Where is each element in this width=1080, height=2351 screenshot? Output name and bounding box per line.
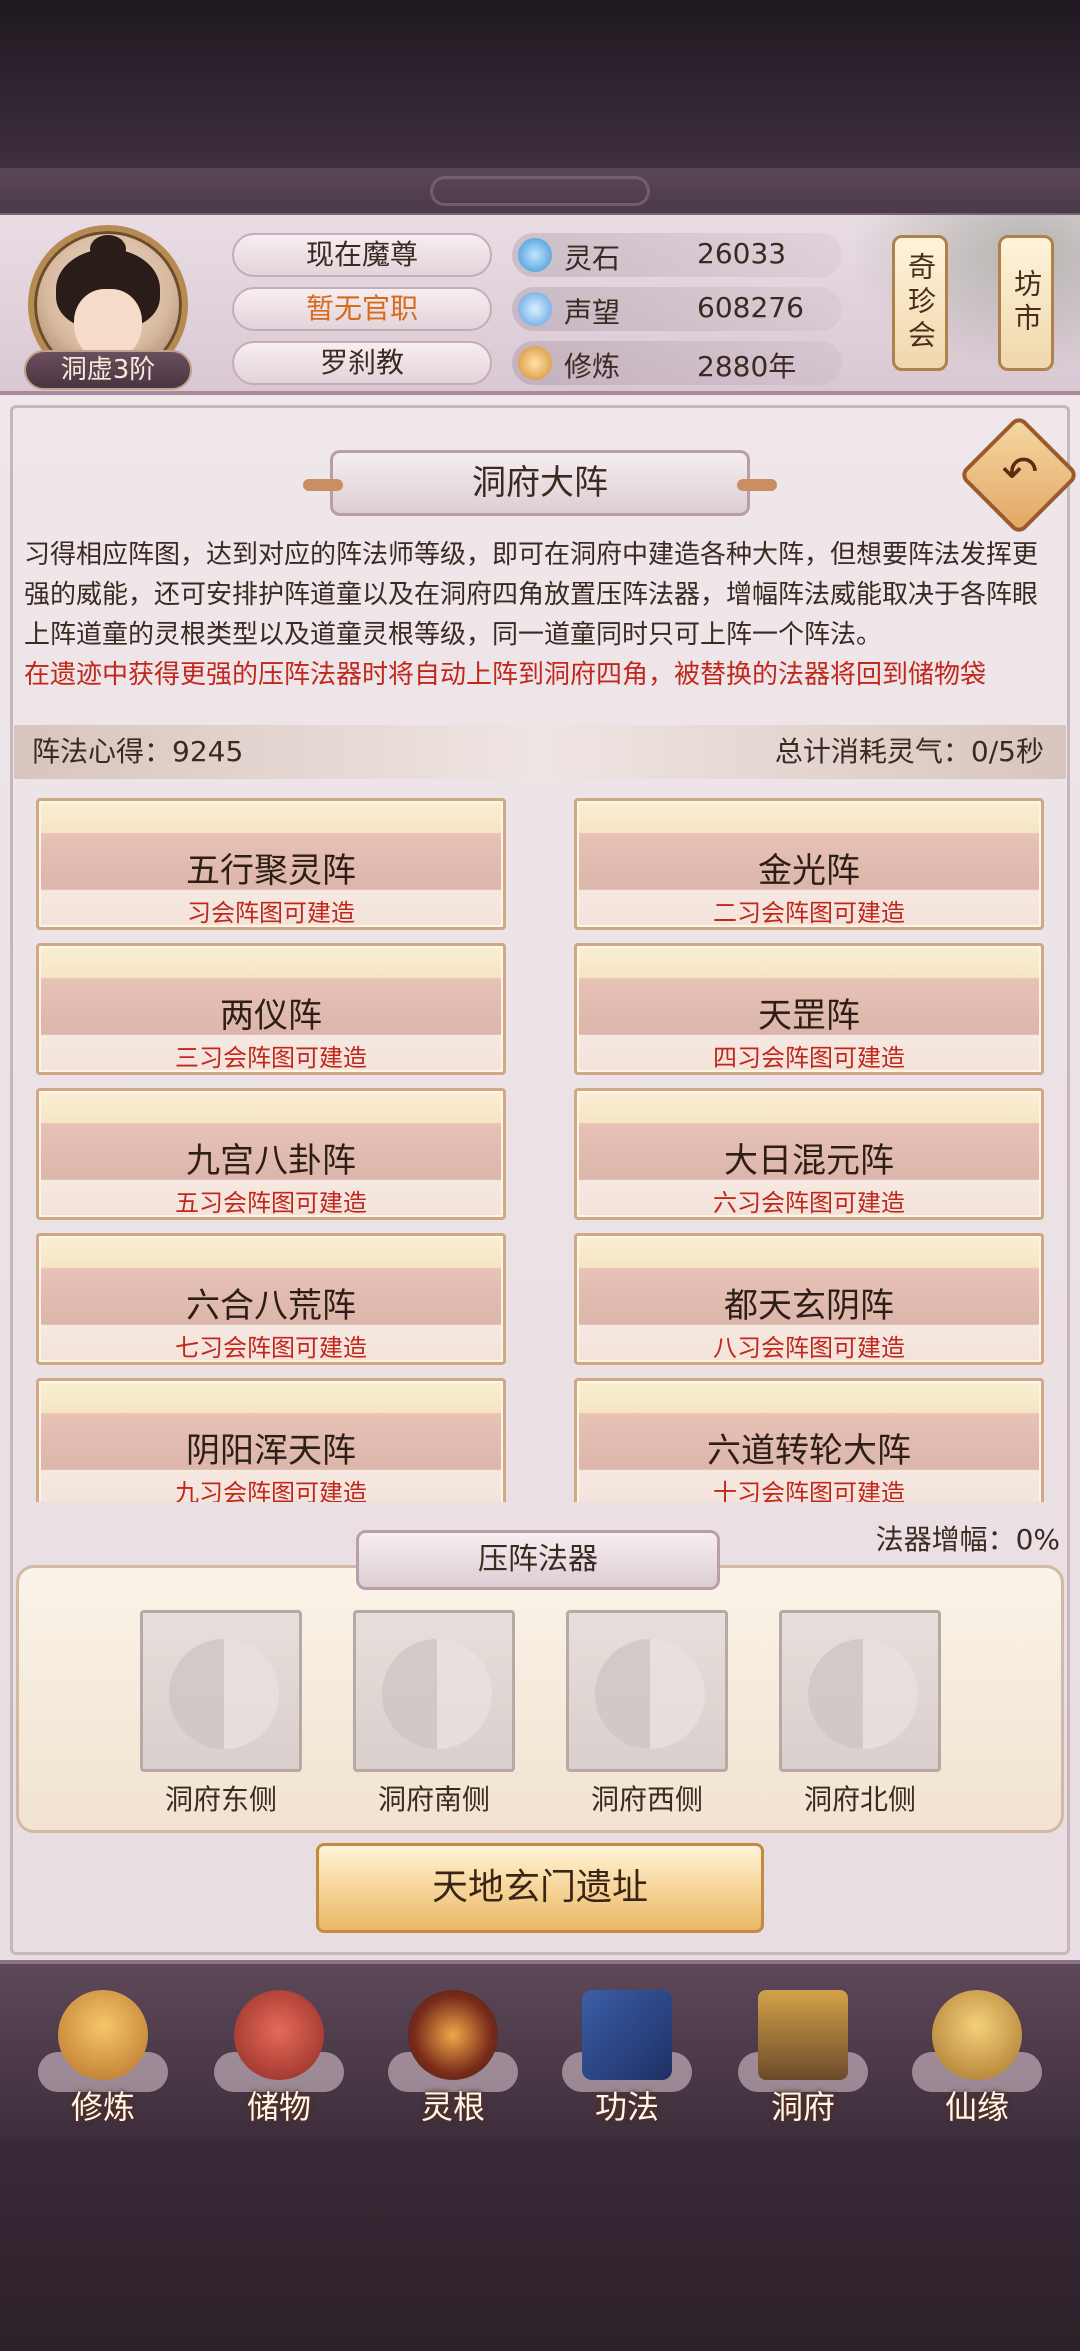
artifact-slot-label: 洞府西侧 (590, 1783, 703, 1816)
top-ornament (0, 168, 1080, 216)
formation-name: 九宫八卦阵 (186, 1141, 356, 1181)
formation-card[interactable]: 五行聚灵阵 习会阵图可建造 (36, 798, 506, 930)
formation-requirement: 九习会阵图可建造 (175, 1479, 367, 1502)
formation-card[interactable]: 金光阵 二习会阵图可建造 (574, 798, 1044, 930)
formation-name: 天罡阵 (758, 996, 860, 1036)
nav-label: 储物 (246, 2088, 311, 2126)
formation-name: 六道转轮大阵 (707, 1431, 911, 1471)
formation-card[interactable]: 六合八荒阵 七习会阵图可建造 (36, 1233, 506, 1365)
formation-requirement: 三习会阵图可建造 (175, 1044, 367, 1072)
resource-value: 2880年 (697, 350, 797, 383)
formation-name: 都天玄阴阵 (724, 1286, 894, 1326)
formation-card[interactable]: 九宫八卦阵 五习会阵图可建造 (36, 1088, 506, 1220)
storage-bag-icon (234, 1990, 324, 2080)
formation-requirement: 四习会阵图可建造 (713, 1044, 905, 1072)
nav-label: 灵根 (420, 2088, 485, 2126)
formation-card[interactable]: 阴阳浑天阵 九习会阵图可建造 (36, 1378, 506, 1502)
nav-fate[interactable]: 仙缘 (912, 1990, 1042, 2130)
nav-storage[interactable]: 储物 (214, 1990, 344, 2130)
artifact-slot-label: 洞府北侧 (803, 1783, 916, 1816)
spirit-stone-icon (518, 238, 552, 272)
nav-label: 仙缘 (944, 2088, 1009, 2126)
resource-cultivation: 修炼 2880年 (512, 341, 842, 385)
formation-name: 金光阵 (758, 851, 860, 891)
player-position[interactable]: 暂无官职 (232, 287, 492, 331)
swirl-ornament (430, 176, 650, 206)
nav-technique[interactable]: 功法 (562, 1990, 692, 2130)
formation-requirement: 六习会阵图可建造 (713, 1189, 905, 1217)
resource-label: 修炼 (564, 350, 621, 383)
yin-yang-icon (382, 1639, 492, 1749)
cave-abode-icon (758, 1990, 848, 2080)
artifact-slot-label: 洞府东侧 (164, 1783, 277, 1816)
formation-card[interactable]: 天罡阵 四习会阵图可建造 (574, 943, 1044, 1075)
spirit-root-icon (408, 1990, 498, 2080)
resource-spirit-stone: 灵石 26033 (512, 233, 842, 277)
formation-requirement: 八习会阵图可建造 (713, 1334, 905, 1362)
spirit-consumption: 总计消耗灵气：0/5秒 (774, 735, 1044, 768)
ruins-button[interactable]: 天地玄门遗址 (316, 1843, 764, 1933)
avatar-hair-bun (90, 235, 126, 263)
description-text: 习得相应阵图，达到对应的阵法师等级，即可在洞府中建造各种大阵，但想要阵法发挥更强… (24, 540, 1039, 650)
bottom-backdrop (0, 2138, 1080, 2351)
resource-label: 灵石 (564, 242, 621, 275)
yin-yang-icon (808, 1639, 918, 1749)
page-title: 洞府大阵 (303, 450, 777, 516)
back-arrow-icon: ↶ (1001, 447, 1039, 498)
formation-requirement: 二习会阵图可建造 (713, 899, 905, 927)
prestige-icon (518, 292, 552, 326)
resource-label: 声望 (564, 296, 621, 329)
formation-name: 五行聚灵阵 (186, 851, 356, 891)
yin-yang-icon (595, 1639, 705, 1749)
nav-label: 洞府 (770, 2088, 835, 2126)
formation-card[interactable]: 大日混元阵 六习会阵图可建造 (574, 1088, 1044, 1220)
technique-book-icon (582, 1990, 672, 2080)
nav-label: 修炼 (70, 2088, 135, 2126)
fate-gourd-icon (932, 1990, 1022, 2080)
artifact-slot-south[interactable] (353, 1610, 515, 1772)
formation-requirement: 习会阵图可建造 (187, 899, 355, 927)
formation-list[interactable]: 五行聚灵阵 习会阵图可建造 金光阵 二习会阵图可建造 两仪阵 三习会阵图可建造 … (0, 790, 1080, 1502)
treasure-fair-button[interactable]: 奇珍会 (892, 235, 948, 371)
nav-spirit-root[interactable]: 灵根 (388, 1990, 518, 2130)
formation-card[interactable]: 两仪阵 三习会阵图可建造 (36, 943, 506, 1075)
formation-requirement: 五习会阵图可建造 (175, 1189, 367, 1217)
formation-name: 阴阳浑天阵 (186, 1431, 356, 1471)
formation-requirement: 七习会阵图可建造 (175, 1334, 367, 1362)
artifact-title: 压阵法器 (356, 1530, 720, 1590)
player-sect[interactable]: 罗刹教 (232, 341, 492, 385)
player-title[interactable]: 现在魔尊 (232, 233, 492, 277)
stats-bar: 阵法心得：9245 总计消耗灵气：0/5秒 (14, 725, 1066, 779)
nav-cultivate[interactable]: 修炼 (38, 1990, 168, 2130)
rank-badge: 洞虚3阶 (24, 350, 192, 390)
formation-card[interactable]: 六道转轮大阵 十习会阵图可建造 (574, 1378, 1044, 1502)
resource-value: 26033 (697, 237, 787, 270)
artifact-slot-west[interactable] (566, 1610, 728, 1772)
cultivation-icon (518, 346, 552, 380)
formation-name: 六合八荒阵 (186, 1286, 356, 1326)
yin-yang-icon (169, 1639, 279, 1749)
artifact-slot-east[interactable] (140, 1610, 302, 1772)
formation-name: 两仪阵 (220, 996, 322, 1036)
cultivate-icon (58, 1990, 148, 2080)
artifact-slot-north[interactable] (779, 1610, 941, 1772)
resource-prestige: 声望 608276 (512, 287, 842, 331)
artifact-slot-label: 洞府南侧 (377, 1783, 490, 1816)
nav-cave-abode[interactable]: 洞府 (738, 1990, 868, 2130)
formation-card[interactable]: 都天玄阴阵 八习会阵图可建造 (574, 1233, 1044, 1365)
formation-name: 大日混元阵 (724, 1141, 894, 1181)
nav-label: 功法 (594, 2088, 659, 2126)
description-warning: 在遗迹中获得更强的压阵法器时将自动上阵到洞府四角，被替换的法器将回到储物袋 (24, 660, 987, 690)
formation-requirement: 十习会阵图可建造 (713, 1479, 905, 1502)
market-button[interactable]: 坊市 (998, 235, 1054, 371)
resource-value: 608276 (697, 291, 804, 324)
formation-insight: 阵法心得：9245 (32, 735, 244, 768)
artifact-boost: 法器增幅：0% (875, 1523, 1060, 1556)
